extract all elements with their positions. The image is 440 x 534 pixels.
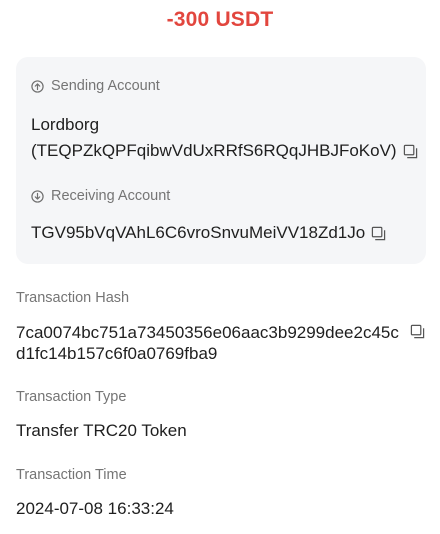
copy-icon[interactable] (371, 226, 386, 241)
transaction-hash-value: 7ca0074bc751a73450356e06aac3b9299dee2c45… (16, 323, 399, 363)
copy-icon[interactable] (403, 144, 418, 159)
transaction-type-label: Transaction Type (16, 389, 127, 405)
sending-account-name: Lordborg (31, 115, 100, 134)
receiving-account-address-row: TGV95bVqVAhL6C6vroSnvuMeiVV18Zd1Jo (31, 223, 386, 243)
receiving-account-label: Receiving Account (51, 188, 171, 204)
arrow-up-circle-icon (31, 79, 44, 93)
receiving-account-label-row: Receiving Account (31, 188, 170, 204)
accounts-card: Sending Account Lordborg (TEQPZkQPFqibwV… (16, 57, 426, 264)
sending-account-label-row: Sending Account (31, 78, 160, 94)
arrow-down-circle-icon (31, 189, 44, 203)
sending-account-label: Sending Account (51, 78, 160, 94)
transaction-amount: -300 USDT (166, 8, 274, 31)
receiving-account-address: TGV95bVqVAhL6C6vroSnvuMeiVV18Zd1Jo (31, 223, 366, 242)
transaction-hash-label: Transaction Hash (16, 290, 130, 306)
copy-icon[interactable] (410, 324, 425, 339)
sending-account-address-row: (TEQPZkQPFqibwVdUxRRfS6RQqJHBJFoKoV) (31, 141, 418, 161)
sending-account-address: (TEQPZkQPFqibwVdUxRRfS6RQqJHBJFoKoV) (31, 141, 397, 160)
transaction-time-label: Transaction Time (16, 467, 127, 483)
transaction-time-value: 2024-07-08 16:33:24 (16, 499, 174, 518)
transaction-type-value: Transfer TRC20 Token (16, 421, 187, 440)
